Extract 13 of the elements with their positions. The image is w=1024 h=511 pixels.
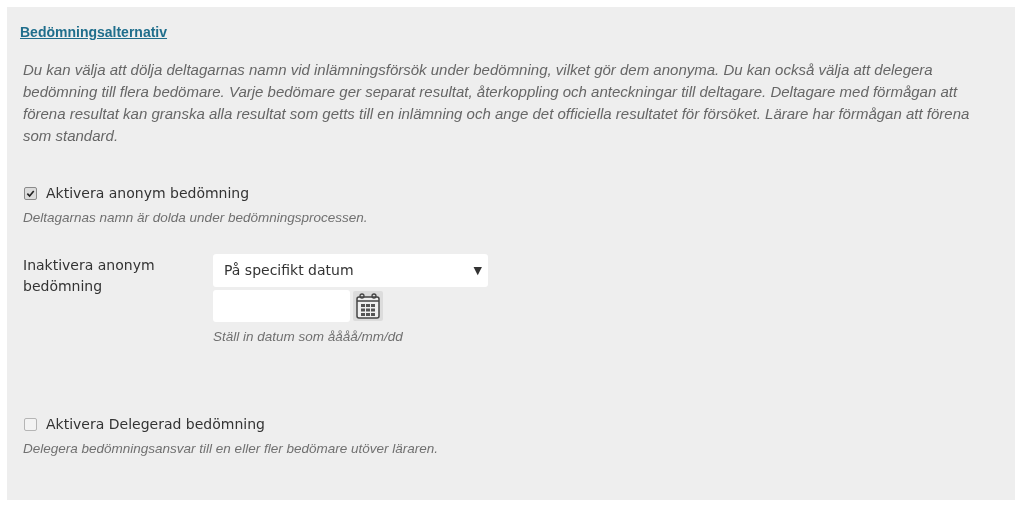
checkbox[interactable] [24, 417, 37, 431]
calendar-icon[interactable] [353, 291, 383, 322]
checkbox[interactable] [24, 187, 37, 200]
checkbox-label: Aktivera Delegerad bedömning [46, 414, 265, 434]
section-heading-link[interactable]: Bedömningsalternativ [20, 24, 168, 40]
checkbox-label: Aktivera anonym bedömning [46, 184, 250, 203]
description-text: Du kan välja att dölja deltagarnas namn vid inlämningsförsök under bedömning, vilket gör dem anonyma. Du kan också välja att delegera bedömning till flera bedömare. Varje bedömare ger separat resultat, återkoppling och anteckningar till deltagare. Deltagare med förmågan att förena resultat kan granska alla resultat som getts till en inlämning och ange det officiella resultatet för försöket. Lärare har förmågan att förena som standard. [23, 60, 971, 146]
help-text: Delegera bedömningsansvar till en eller fler bedömare utöver läraren. [23, 439, 439, 458]
checkmark-icon [26, 189, 35, 198]
help-text: Deltagarnas namn är dolda under bedömningsprocessen. [23, 209, 369, 227]
field-label: Inaktivera anonym bedömning [23, 256, 156, 297]
date-mode-select[interactable]: På specifikt datum ▼ [213, 254, 488, 288]
help-text: Ställ in datum som åååå/mm/dd [213, 328, 404, 347]
